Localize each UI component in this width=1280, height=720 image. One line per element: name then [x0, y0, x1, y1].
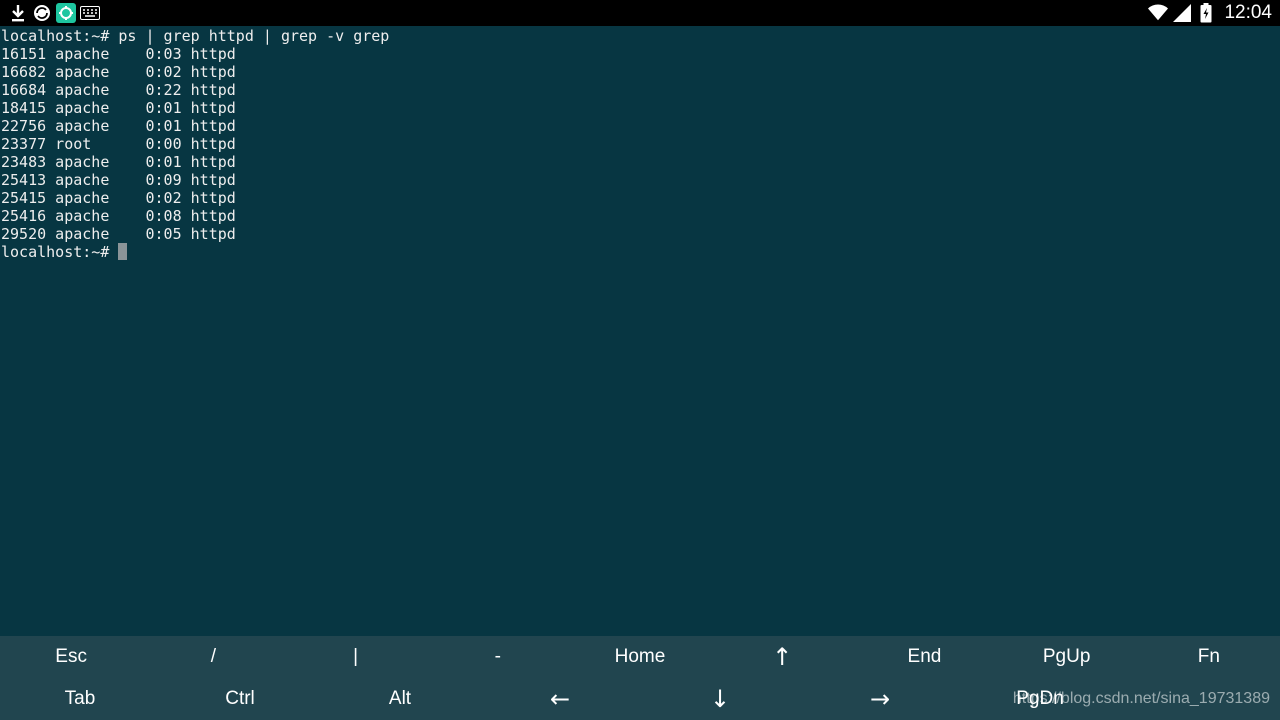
app-icon: [56, 3, 76, 23]
terminal-output-line: 16151 apache 0:03 httpd: [1, 45, 236, 63]
key-up-arrow-icon[interactable]: ↑: [711, 636, 853, 678]
terminal-output-line: 18415 apache 0:01 httpd: [1, 99, 236, 117]
key-right-arrow-icon[interactable]: →: [800, 678, 960, 720]
key-slash[interactable]: /: [142, 636, 284, 678]
terminal-output-line: 29520 apache 0:05 httpd: [1, 225, 236, 243]
terminal-output-line: 23377 root 0:00 httpd: [1, 135, 236, 153]
terminal-cursor: [118, 243, 128, 260]
status-bar: 12:04: [0, 0, 1280, 26]
key-dash[interactable]: -: [427, 636, 569, 678]
status-bar-system: 12:04: [1148, 0, 1272, 26]
extra-keys-row-1: Esc / | - Home ↑ End PgUp Fn: [0, 636, 1280, 678]
key-esc[interactable]: Esc: [0, 636, 142, 678]
terminal-output-line: 16682 apache 0:02 httpd: [1, 63, 236, 81]
key-home[interactable]: Home: [569, 636, 711, 678]
key-alt[interactable]: Alt: [320, 678, 480, 720]
terminal-output-line: 16684 apache 0:22 httpd: [1, 81, 236, 99]
wifi-icon: [1148, 3, 1169, 23]
terminal-output-line: 23483 apache 0:01 httpd: [1, 153, 236, 171]
terminal-command-line: localhost:~# ps | grep httpd | grep -v g…: [1, 27, 390, 45]
key-end[interactable]: End: [853, 636, 995, 678]
status-bar-notifications: [8, 2, 100, 24]
key-left-arrow-icon[interactable]: ←: [480, 678, 640, 720]
download-icon: [8, 3, 28, 23]
keyboard-icon: [80, 3, 100, 23]
terminal-output-line: 22756 apache 0:01 httpd: [1, 117, 236, 135]
key-tab[interactable]: Tab: [0, 678, 160, 720]
key-fn[interactable]: Fn: [1138, 636, 1280, 678]
battery-icon: [1196, 3, 1216, 23]
terminal-prompt: localhost:~#: [1, 243, 119, 261]
key-ctrl[interactable]: Ctrl: [160, 678, 320, 720]
key-pipe[interactable]: |: [284, 636, 426, 678]
terminal-output-line: 25415 apache 0:02 httpd: [1, 189, 236, 207]
watermark-text: https://blog.csdn.net/sina_19731389: [1012, 690, 1270, 707]
terminal-prompt-line[interactable]: localhost:~#: [0, 243, 1280, 261]
key-pgup[interactable]: PgUp: [996, 636, 1138, 678]
terminal-output-line: 25416 apache 0:08 httpd: [1, 207, 236, 225]
terminal-output-line: 25413 apache 0:09 httpd: [1, 171, 236, 189]
clock: 12:04: [1224, 2, 1272, 23]
signal-icon: [1172, 3, 1192, 23]
key-down-arrow-icon[interactable]: ↓: [640, 678, 800, 720]
sync-icon: [32, 3, 52, 23]
watermark: https://blog.csdn.net/sina_19731389: [1013, 690, 1270, 708]
terminal-output[interactable]: localhost:~# ps | grep httpd | grep -v g…: [0, 27, 1280, 635]
